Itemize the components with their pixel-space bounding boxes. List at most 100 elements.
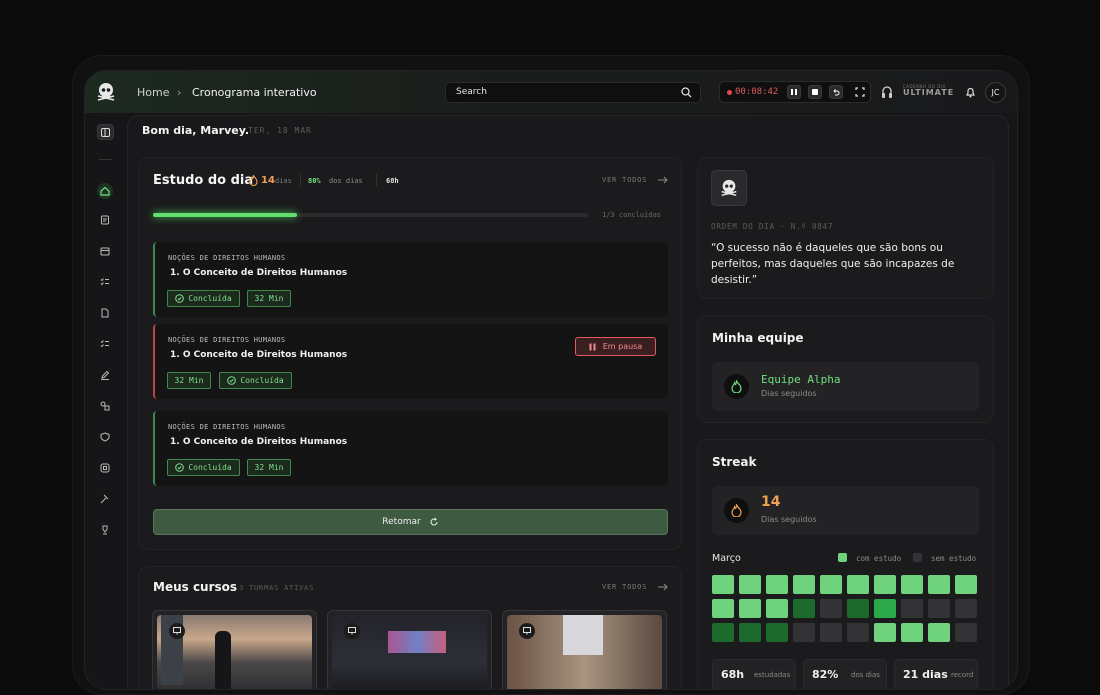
sidebar-item-documents[interactable] xyxy=(98,306,112,320)
month-label: Março xyxy=(712,553,741,564)
search-icon xyxy=(681,87,692,98)
task-title: 1. O Conceito de Direitos Humanos xyxy=(170,437,348,447)
sidebar-item-checklist[interactable] xyxy=(98,275,112,289)
streak-day-cell xyxy=(874,623,896,642)
top-bar: Home › Cronograma interativo Search 00:0… xyxy=(85,71,1017,113)
paused-badge[interactable]: Em pausa xyxy=(575,337,656,356)
avatar[interactable]: JC xyxy=(985,82,1006,103)
person-silhouette xyxy=(215,631,231,689)
pause-icon xyxy=(589,343,596,350)
sidebar-toggle-icon xyxy=(101,127,110,137)
status-badge: Concluída xyxy=(167,459,240,476)
task-item[interactable]: NOÇÕES DE DIREITOS HUMANOS 1. O Conceito… xyxy=(153,242,668,317)
sidebar-item-tools[interactable] xyxy=(98,492,112,506)
status-badge: Concluída xyxy=(219,372,292,389)
arrow-right-icon[interactable] xyxy=(657,582,669,592)
pause-button[interactable] xyxy=(787,85,801,99)
sidebar-item-write[interactable] xyxy=(98,368,112,382)
streak-days-label: dias xyxy=(275,177,292,185)
sidebar-item-ranking[interactable] xyxy=(98,523,112,537)
streak-summary: 14 Dias seguidos xyxy=(712,486,979,535)
streak-sub: Dias seguidos xyxy=(761,515,817,524)
streak-day-cell xyxy=(712,575,734,594)
legend-with-swatch xyxy=(838,553,847,562)
refresh-icon xyxy=(430,517,438,526)
shield-icon xyxy=(100,432,110,442)
team-card: Minha equipe Equipe Alpha Dias seguidos xyxy=(697,315,994,423)
edit-icon xyxy=(812,89,818,95)
breadcrumb-home[interactable]: Home xyxy=(137,86,169,99)
pencil-icon xyxy=(101,370,110,380)
legend-with-label: com estudo xyxy=(856,554,902,563)
sidebar-item-calendar[interactable] xyxy=(98,244,112,258)
trophy-icon xyxy=(102,525,108,535)
streak-heatmap xyxy=(712,575,979,649)
team-item[interactable]: Equipe Alpha Dias seguidos xyxy=(712,362,979,411)
checklist-icon xyxy=(100,278,109,286)
sidebar-item-flashcards[interactable] xyxy=(98,399,112,413)
task-item[interactable]: NOÇÕES DE DIREITOS HUMANOS 1. O Conceito… xyxy=(153,324,668,399)
modules-icon xyxy=(100,463,110,473)
streak-day-cell xyxy=(820,623,842,642)
streak-day-cell xyxy=(793,623,815,642)
study-of-day-card: Estudo do dia 14 dias 80% dos dias 68h V… xyxy=(138,157,682,550)
status-text: Concluída xyxy=(240,376,284,385)
task-item[interactable]: NOÇÕES DE DIREITOS HUMANOS 1. O Conceito… xyxy=(153,411,668,486)
resume-button[interactable]: Retomar xyxy=(153,509,668,535)
task-subject: NOÇÕES DE DIREITOS HUMANOS xyxy=(168,254,286,262)
legend-without-swatch xyxy=(913,553,922,562)
quote-card: ORDEM DO DIA · N.º 0847 “O sucesso não é… xyxy=(697,157,994,299)
hours-value: 68h xyxy=(386,177,399,185)
streak-day-cell xyxy=(766,575,788,594)
sidebar-item-tasks[interactable] xyxy=(98,337,112,351)
streak-day-cell xyxy=(901,623,923,642)
skull-logo-icon[interactable] xyxy=(95,81,117,103)
streak-day-cell xyxy=(928,599,950,618)
greeting-text: Bom dia, Marvey. xyxy=(142,124,250,137)
home-icon xyxy=(100,186,110,196)
sidebar-item-modules[interactable] xyxy=(98,461,112,475)
view-all-study-link[interactable]: VER TODOS xyxy=(602,176,647,184)
sidebar xyxy=(85,113,127,689)
stat-value: 68h xyxy=(721,668,745,681)
course-card[interactable] xyxy=(327,610,492,689)
view-all-courses-link[interactable]: VER TODOS xyxy=(602,583,647,591)
streak-day-cell xyxy=(847,575,869,594)
legend-without-label: sem estudo xyxy=(931,554,977,563)
arrow-right-icon[interactable] xyxy=(657,175,669,185)
divider xyxy=(376,174,377,186)
courses-title: Meus cursos xyxy=(153,580,238,594)
status-text: Concluída xyxy=(188,294,232,303)
course-card[interactable] xyxy=(152,610,317,689)
quote-text: “O sucesso não é daqueles que são bons o… xyxy=(711,242,955,286)
screen-light xyxy=(388,631,446,653)
sidebar-item-security[interactable] xyxy=(98,430,112,444)
sidebar-divider xyxy=(99,159,112,160)
recording-dot-icon xyxy=(727,90,732,95)
headphones-icon[interactable] xyxy=(881,86,893,99)
undo-button[interactable] xyxy=(829,85,843,99)
streak-day-cell xyxy=(955,575,977,594)
notification-bell-icon[interactable] xyxy=(965,86,976,98)
streak-day-cell xyxy=(820,599,842,618)
fullscreen-icon xyxy=(855,87,865,97)
status-text: Concluída xyxy=(188,463,232,472)
collapse-sidebar-button[interactable] xyxy=(97,124,114,140)
check-circle-icon xyxy=(175,463,185,472)
streak-day-cell xyxy=(739,575,761,594)
breadcrumb-current[interactable]: Cronograma interativo xyxy=(192,86,317,99)
fullscreen-button[interactable] xyxy=(853,85,867,99)
progress-fill xyxy=(153,213,297,217)
search-input[interactable]: Search xyxy=(445,82,701,103)
check-circle-icon xyxy=(175,294,185,303)
sidebar-item-notebook[interactable] xyxy=(98,213,112,227)
task-subject: NOÇÕES DE DIREITOS HUMANOS xyxy=(168,336,286,344)
sidebar-item-home[interactable] xyxy=(97,183,113,199)
note-button[interactable] xyxy=(808,85,822,99)
streak-flame-icon xyxy=(724,498,749,523)
streak-day-cell xyxy=(928,623,950,642)
streak-days: 14 xyxy=(261,175,275,186)
flashcards-icon xyxy=(100,401,110,411)
course-card[interactable] xyxy=(502,610,667,689)
streak-day-cell xyxy=(739,599,761,618)
